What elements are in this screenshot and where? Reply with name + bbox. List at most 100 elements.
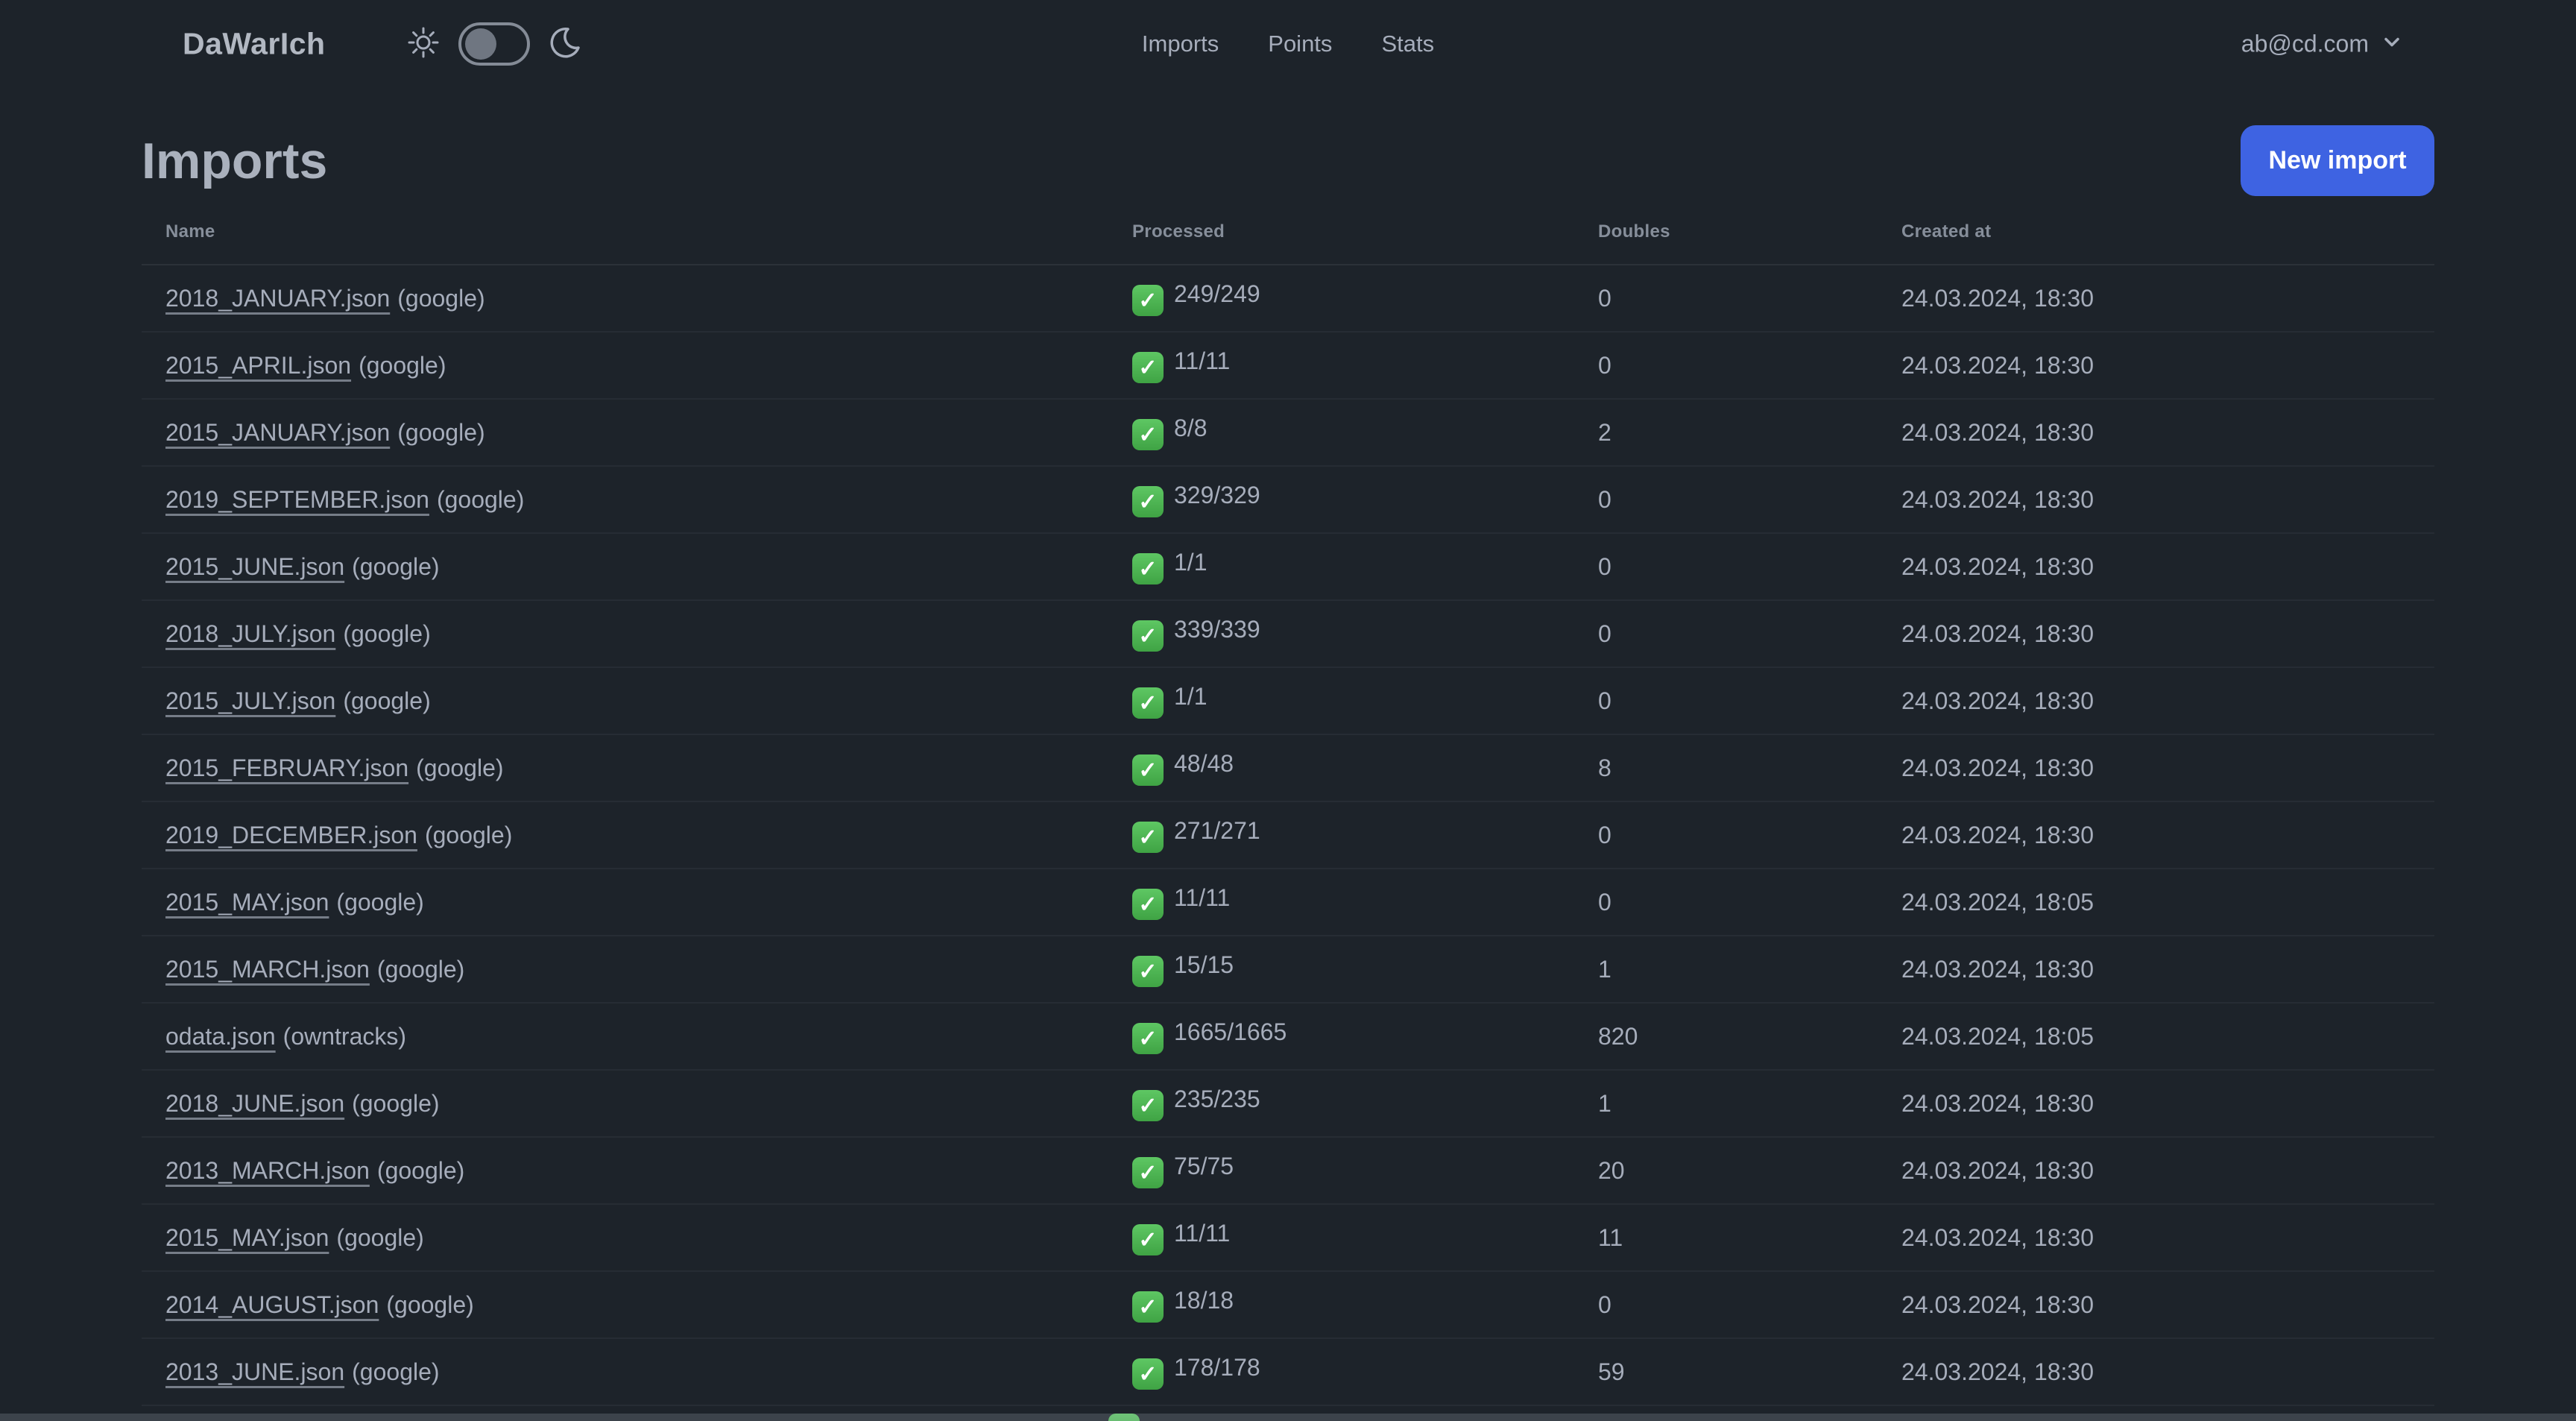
import-source-label: (google) bbox=[336, 1223, 424, 1251]
import-file-link[interactable]: 2013_MARCH.json bbox=[165, 1157, 370, 1184]
import-processed-cell: ✓ 339/339 bbox=[1108, 600, 1574, 668]
nav-item-points[interactable]: Points bbox=[1268, 31, 1332, 57]
import-created-at-cell: 24.03.2024, 18:30 bbox=[1878, 1271, 2434, 1339]
import-source-label: (google) bbox=[397, 418, 485, 446]
processed-count: 249/249 bbox=[1174, 280, 1260, 307]
table-row: 2014_AUGUST.json (google) ✓ 18/18 0 24.03.202… bbox=[142, 1271, 2434, 1339]
import-source-label: (google) bbox=[336, 888, 424, 916]
import-processed-cell: ✓ 1/1 bbox=[1108, 533, 1574, 601]
processed-count: 271/271 bbox=[1174, 816, 1260, 844]
import-source-label: (google) bbox=[397, 284, 485, 312]
check-icon: ✓ bbox=[1132, 1157, 1164, 1189]
processed-count: 1/1 bbox=[1174, 682, 1208, 710]
import-created-at-cell: 24.03.2024, 18:30 bbox=[1878, 1137, 2434, 1205]
processed-count: 75/75 bbox=[1174, 1152, 1234, 1179]
import-created-at-cell: 24.03.2024, 18:30 bbox=[1878, 399, 2434, 467]
table-row: 2019_SEPTEMBER.json (google) ✓ 329/329 0 24.0… bbox=[142, 466, 2434, 534]
import-file-link[interactable]: 2018_JANUARY.json bbox=[165, 285, 390, 312]
check-icon: ✓ bbox=[1132, 419, 1164, 451]
table-header-row: Name Processed Doubles Created at bbox=[142, 199, 2434, 265]
import-source-label: (google) bbox=[359, 351, 446, 379]
import-file-link[interactable]: 2014_AUGUST.json bbox=[165, 1291, 379, 1318]
import-created-at-cell: 24.03.2024, 18:05 bbox=[1878, 1003, 2434, 1071]
import-doubles-cell: 0 bbox=[1574, 600, 1878, 668]
check-icon: ✓ bbox=[1132, 754, 1164, 787]
import-name-cell: odata.json (owntracks) bbox=[142, 1003, 1108, 1071]
import-file-link[interactable]: 2018_JUNE.json bbox=[165, 1090, 344, 1117]
import-source-label: (google) bbox=[436, 485, 525, 513]
import-created-at-cell: 24.03.2024, 18:30 bbox=[1878, 466, 2434, 534]
import-file-link[interactable]: 2015_JANUARY.json bbox=[165, 419, 390, 446]
import-doubles-cell: 2 bbox=[1574, 399, 1878, 467]
import-created-at-cell: 24.03.2024, 18:30 bbox=[1878, 667, 2434, 735]
processed-count: 235/235 bbox=[1174, 1085, 1260, 1112]
import-name-cell: 2015_JUNE.json (google) bbox=[142, 533, 1108, 601]
import-doubles-cell: 1 bbox=[1574, 936, 1878, 1003]
import-name-cell: 2015_MAY.json (google) bbox=[142, 869, 1108, 936]
table-row: 2013_JUNE.json (google) ✓ 178/178 59 24.03.20… bbox=[142, 1338, 2434, 1406]
table-row: 2015_JUNE.json (google) ✓ 1/1 0 24.03.2024, 1… bbox=[142, 533, 2434, 601]
import-file-link[interactable]: 2015_MAY.json bbox=[165, 1224, 329, 1251]
import-processed-cell: ✓ 11/11 bbox=[1108, 332, 1574, 400]
import-file-link[interactable]: 2015_APRIL.json bbox=[165, 352, 351, 379]
new-import-button[interactable]: New import bbox=[2241, 125, 2434, 196]
import-file-link[interactable]: 2015_FEBRUARY.json bbox=[165, 754, 408, 781]
nav-item-imports[interactable]: Imports bbox=[1142, 31, 1219, 57]
table-row: 2019_DECEMBER.json (google) ✓ 271/271 0 24.03… bbox=[142, 801, 2434, 869]
check-icon: ✓ bbox=[1132, 822, 1164, 854]
import-source-label: (google) bbox=[343, 620, 431, 647]
import-name-cell: 2015_FEBRUARY.json (google) bbox=[142, 734, 1108, 802]
import-created-at-cell: 24.03.2024, 18:30 bbox=[1878, 1338, 2434, 1406]
import-source-label: (google) bbox=[376, 955, 465, 983]
table-row: 2018_JULY.json (google) ✓ 339/339 0 24.03.202… bbox=[142, 600, 2434, 668]
horizontal-scrollbar[interactable] bbox=[0, 1414, 2576, 1421]
account-menu[interactable]: ab@cd.com bbox=[2241, 31, 2403, 58]
imports-table: Name Processed Doubles Created at 2018_J… bbox=[142, 199, 2434, 1406]
import-processed-cell: ✓ 235/235 bbox=[1108, 1070, 1574, 1138]
import-name-cell: 2014_AUGUST.json (google) bbox=[142, 1271, 1108, 1339]
import-file-link[interactable]: 2015_MARCH.json bbox=[165, 956, 370, 983]
column-header-processed: Processed bbox=[1108, 199, 1574, 265]
import-source-label: (google) bbox=[343, 687, 431, 714]
import-file-link[interactable]: 2018_JULY.json bbox=[165, 620, 335, 647]
table-row: 2015_JANUARY.json (google) ✓ 8/8 2 24.03.2024… bbox=[142, 399, 2434, 467]
check-icon: ✓ bbox=[1132, 1291, 1164, 1323]
moon-icon bbox=[548, 25, 582, 63]
processed-count: 339/339 bbox=[1174, 615, 1260, 643]
account-email: ab@cd.com bbox=[2241, 30, 2369, 57]
main-nav: Imports Points Stats bbox=[1142, 31, 1434, 57]
import-file-link[interactable]: 2013_JUNE.json bbox=[165, 1358, 344, 1385]
import-source-label: (google) bbox=[424, 821, 513, 848]
navbar: DaWarIch Imports Points Stats ab@cd.com bbox=[0, 0, 2576, 88]
import-name-cell: 2015_JANUARY.json (google) bbox=[142, 399, 1108, 467]
import-source-label: (google) bbox=[416, 754, 504, 781]
import-file-link[interactable]: odata.json bbox=[165, 1023, 276, 1050]
import-doubles-cell: 0 bbox=[1574, 466, 1878, 534]
import-created-at-cell: 24.03.2024, 18:30 bbox=[1878, 734, 2434, 802]
import-name-cell: 2018_JANUARY.json (google) bbox=[142, 265, 1108, 333]
import-processed-cell: ✓ 48/48 bbox=[1108, 734, 1574, 802]
import-file-link[interactable]: 2019_SEPTEMBER.json bbox=[165, 486, 429, 513]
import-source-label: (owntracks) bbox=[282, 1022, 407, 1050]
import-file-link[interactable]: 2015_JULY.json bbox=[165, 687, 335, 714]
processed-count: 1/1 bbox=[1174, 548, 1208, 576]
import-file-link[interactable]: 2015_MAY.json bbox=[165, 889, 329, 916]
table-row: 2013_MARCH.json (google) ✓ 75/75 20 24.03.202… bbox=[142, 1137, 2434, 1205]
import-processed-cell: ✓ 1665/1665 bbox=[1108, 1003, 1574, 1071]
import-file-link[interactable]: 2015_JUNE.json bbox=[165, 553, 344, 580]
import-processed-cell: ✓ 15/15 bbox=[1108, 936, 1574, 1003]
theme-toggle-group bbox=[406, 22, 582, 66]
processed-count: 178/178 bbox=[1174, 1353, 1260, 1381]
import-name-cell: 2013_MARCH.json (google) bbox=[142, 1137, 1108, 1205]
import-doubles-cell: 0 bbox=[1574, 332, 1878, 400]
app-logo[interactable]: DaWarIch bbox=[183, 27, 326, 62]
theme-toggle-switch[interactable] bbox=[458, 22, 530, 66]
import-file-link[interactable]: 2019_DECEMBER.json bbox=[165, 822, 417, 848]
import-name-cell: 2018_JUNE.json (google) bbox=[142, 1070, 1108, 1138]
table-row: 2015_MAY.json (google) ✓ 11/11 0 24.03.2024, … bbox=[142, 869, 2434, 936]
check-icon: ✓ bbox=[1132, 553, 1164, 585]
import-processed-cell: ✓ 1/1 bbox=[1108, 667, 1574, 735]
nav-item-stats[interactable]: Stats bbox=[1381, 31, 1434, 57]
import-processed-cell: ✓ 329/329 bbox=[1108, 466, 1574, 534]
import-doubles-cell: 20 bbox=[1574, 1137, 1878, 1205]
